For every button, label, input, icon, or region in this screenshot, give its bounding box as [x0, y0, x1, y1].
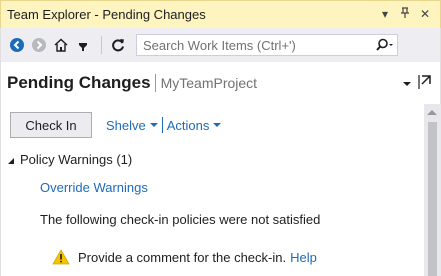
- close-icon[interactable]: ✕: [416, 7, 434, 22]
- undock-icon[interactable]: [418, 74, 432, 93]
- shelve-label[interactable]: Shelve: [106, 118, 146, 133]
- scroll-up-icon[interactable]: [427, 110, 437, 115]
- override-warnings-link[interactable]: Override Warnings: [40, 180, 148, 195]
- refresh-icon[interactable]: [108, 35, 128, 55]
- page-dropdown-icon[interactable]: [402, 76, 412, 91]
- back-icon[interactable]: [7, 35, 27, 55]
- shelve-link[interactable]: Shelve: [106, 118, 158, 133]
- warning-icon: [52, 249, 70, 265]
- search-box[interactable]: [136, 34, 398, 56]
- search-icon[interactable]: [373, 38, 397, 52]
- collapse-triangle-icon[interactable]: [8, 157, 14, 164]
- window-dropdown-icon[interactable]: ▾: [376, 7, 394, 22]
- header-separator: [154, 74, 156, 92]
- actions-label[interactable]: Actions: [167, 118, 210, 133]
- policy-warnings-section[interactable]: Policy Warnings (1): [8, 152, 132, 167]
- page-title[interactable]: Pending Changes: [7, 73, 151, 93]
- warning-item: Provide a comment for the check-in. Help: [52, 249, 317, 265]
- warning-message: Provide a comment for the check-in.: [78, 249, 287, 265]
- chevron-down-icon: [213, 123, 222, 127]
- help-link[interactable]: Help: [290, 250, 317, 265]
- toolbar-separator: [101, 36, 102, 54]
- actions-row: Check In Shelve Actions: [10, 112, 222, 138]
- section-title: Policy Warnings (1): [20, 152, 133, 167]
- home-icon[interactable]: [51, 35, 71, 55]
- toolbar: [0, 28, 441, 62]
- pin-icon[interactable]: [396, 7, 414, 22]
- check-in-button[interactable]: Check In: [10, 112, 92, 138]
- search-input[interactable]: [143, 37, 373, 53]
- policy-message: The following check-in policies were not…: [40, 212, 321, 227]
- window-titlebar: Team Explorer - Pending Changes ▾ ✕: [0, 0, 441, 28]
- forward-icon[interactable]: [29, 35, 49, 55]
- page-header: Pending Changes MyTeamProject: [0, 62, 441, 104]
- scrollbar-thumb[interactable]: [428, 122, 437, 276]
- project-name: MyTeamProject: [160, 75, 258, 91]
- connect-icon[interactable]: [73, 35, 93, 55]
- chevron-down-icon: [149, 123, 158, 127]
- actions-link[interactable]: Actions: [167, 118, 222, 133]
- window-title: Team Explorer - Pending Changes: [7, 7, 206, 22]
- link-separator: [161, 117, 163, 133]
